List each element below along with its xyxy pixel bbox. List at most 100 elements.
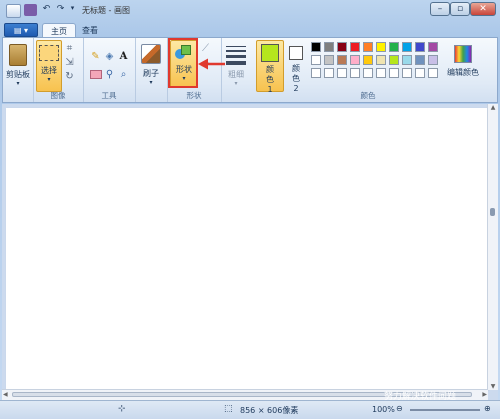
zoom-out-icon[interactable]: ⊖ (396, 404, 403, 413)
magnifier-icon[interactable]: ⌕ (117, 68, 130, 80)
palette-swatch[interactable] (350, 42, 360, 52)
palette-swatch[interactable] (311, 55, 321, 65)
undo-icon[interactable]: ↶ (40, 4, 53, 16)
palette-swatch[interactable] (337, 68, 347, 78)
scroll-up-icon[interactable]: ▲ (488, 104, 498, 111)
palette-swatch[interactable] (402, 68, 412, 78)
palette-swatch[interactable] (350, 68, 360, 78)
chevron-down-icon: ▾ (16, 80, 20, 87)
palette-swatch[interactable] (402, 42, 412, 52)
paint-app-icon[interactable] (6, 4, 21, 18)
eraser-icon[interactable] (89, 68, 102, 80)
paste-button[interactable]: 剪贴板 ▾ (5, 40, 31, 87)
watermark-tagline: 努力解决软件问题 (384, 392, 457, 402)
resize-icon[interactable]: ⇲ (63, 56, 76, 68)
paint-menu-button[interactable]: ▤ ▾ (4, 23, 38, 37)
palette-swatch[interactable] (363, 55, 373, 65)
chevron-down-icon: ▾ (234, 80, 238, 87)
color2-button[interactable]: 颜色 2 (284, 40, 308, 94)
close-button[interactable]: ✕ (470, 2, 496, 16)
palette-swatch[interactable] (311, 68, 321, 78)
tools-group: ✎ ◈ A ⚲ ⌕ 工具 (83, 38, 136, 102)
selection-size-icon: ⬚ (224, 404, 233, 414)
palette-swatch[interactable] (311, 42, 321, 52)
outline-icon[interactable]: ⟋ (199, 42, 212, 54)
chevron-down-icon: ▾ (47, 76, 51, 83)
fill-icon[interactable]: ◈ (103, 50, 116, 62)
size-label: 粗细 (228, 70, 244, 79)
color2-swatch (289, 46, 303, 60)
canvas-workspace: ▲ ▼ ◀ ▶ (2, 104, 498, 400)
canvas-size-text: 856 × 606像素 (240, 406, 299, 415)
palette-swatch[interactable] (324, 42, 334, 52)
size-group: 粗细 ▾ (221, 38, 251, 102)
tab-home[interactable]: 主页 (42, 23, 76, 38)
save-icon[interactable] (24, 4, 37, 16)
status-bar: ⊹ ⬚ 856 × 606像素 100% ⊖ ⊕ (0, 400, 500, 419)
select-button[interactable]: 选择 ▾ (36, 40, 62, 92)
shapes-group: 形状 ▾ ⟋ ▱ 形状 (167, 38, 222, 102)
palette-swatch[interactable] (363, 68, 373, 78)
brushes-label: 刷子 (143, 69, 159, 78)
scroll-right-icon[interactable]: ▶ (482, 391, 487, 398)
palette-swatch[interactable] (402, 55, 412, 65)
text-icon[interactable]: A (117, 50, 130, 62)
scroll-left-icon[interactable]: ◀ (3, 391, 8, 398)
watermark-brand: 软件无忧 (380, 366, 473, 391)
shapes-group-label: 形状 (186, 91, 202, 100)
image-group: 选择 ▾ ⌗ ⇲ ↻ 图像 (33, 38, 84, 102)
palette-swatch[interactable] (389, 55, 399, 65)
quick-access-dropdown-icon[interactable]: ▾ (66, 4, 79, 16)
brushes-button[interactable]: 刷子 ▾ (138, 40, 164, 86)
palette-swatch[interactable] (350, 55, 360, 65)
line-weight-icon (226, 46, 246, 65)
rotate-icon[interactable]: ↻ (63, 70, 76, 82)
palette-swatch[interactable] (337, 55, 347, 65)
minimize-button[interactable]: – (430, 2, 450, 16)
color1-button[interactable]: 颜色 1 (256, 40, 284, 94)
clipboard-icon (9, 44, 27, 66)
palette-swatch[interactable] (376, 55, 386, 65)
palette-swatch[interactable] (389, 68, 399, 78)
palette-swatch[interactable] (363, 42, 373, 52)
palette-swatch[interactable] (428, 55, 438, 65)
selection-rectangle-icon (39, 45, 59, 61)
zoom-in-icon[interactable]: ⊕ (484, 404, 491, 413)
palette-swatch[interactable] (324, 55, 334, 65)
color1-swatch (261, 44, 279, 62)
palette-swatch[interactable] (415, 42, 425, 52)
color-wheel-icon (454, 45, 472, 63)
palette-swatch[interactable] (415, 68, 425, 78)
red-arrow-annotation (198, 58, 225, 70)
color-picker-icon[interactable]: ⚲ (103, 68, 116, 80)
chevron-down-icon: ▾ (149, 79, 153, 86)
palette-swatch[interactable] (428, 42, 438, 52)
palette-swatch[interactable] (415, 55, 425, 65)
scroll-down-icon[interactable]: ▼ (488, 383, 498, 390)
vertical-scrollbar[interactable]: ▲ ▼ (487, 104, 498, 390)
image-group-label: 图像 (50, 91, 66, 100)
maximize-button[interactable]: ▫ (450, 2, 470, 16)
palette-swatch[interactable] (324, 68, 334, 78)
zoom-level: 100% (372, 405, 395, 414)
select-label: 选择 (41, 66, 57, 75)
clipboard-group: 剪贴板 ▾ (3, 38, 34, 102)
drawing-canvas[interactable] (6, 108, 488, 389)
colors-group: 颜色 1 颜色 2 编辑颜色 颜色 (253, 38, 483, 102)
brush-icon (141, 44, 161, 64)
ribbon-tabs: ▤ ▾ 主页 查看 (0, 22, 500, 38)
tab-view[interactable]: 查看 (74, 23, 106, 38)
edit-colors-button[interactable]: 编辑颜色 (445, 40, 481, 78)
palette-swatch[interactable] (376, 42, 386, 52)
zoom-slider[interactable] (410, 409, 480, 411)
vertical-scroll-thumb[interactable] (490, 208, 495, 216)
edit-colors-label: 编辑颜色 (447, 68, 479, 77)
pencil-icon[interactable]: ✎ (89, 50, 102, 62)
paste-label: 剪贴板 (6, 70, 30, 79)
title-bar: ↶ ↷ ▾ 无标题 - 画图 – ▫ ✕ (0, 0, 500, 22)
crop-icon[interactable]: ⌗ (63, 42, 76, 54)
palette-swatch[interactable] (376, 68, 386, 78)
palette-swatch[interactable] (337, 42, 347, 52)
palette-swatch[interactable] (389, 42, 399, 52)
palette-swatch[interactable] (428, 68, 438, 78)
